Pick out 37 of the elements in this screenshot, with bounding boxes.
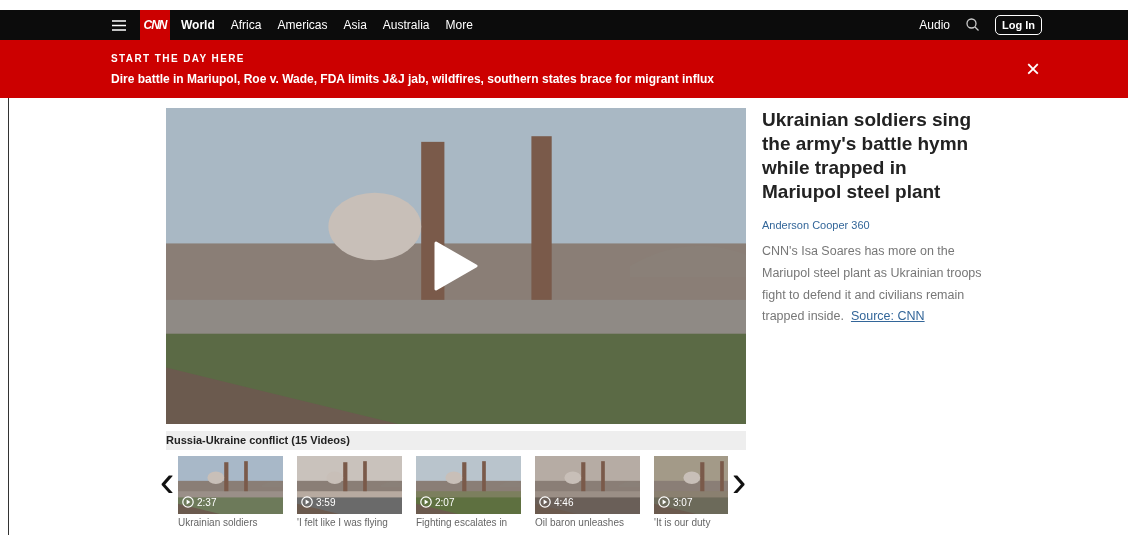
story-description: CNN's Isa Soares has more on the Mariupol steel plant as Ukrainian troops fight to defend it and civilians remain trapped inside. Source: CNN	[762, 243, 983, 326]
nav-link[interactable]: Americas	[277, 16, 328, 34]
duration-text: 3:07	[673, 495, 693, 510]
play-icon[interactable]	[301, 496, 313, 508]
story-headline: Ukrainian soldiers sing the army's battle hymn while trapped in Mariupol steel plant	[762, 108, 973, 205]
section-link[interactable]: World	[181, 16, 215, 34]
video-caption[interactable]: 'I felt like I was flying	[297, 514, 402, 530]
audio-link[interactable]: Audio	[919, 16, 950, 34]
playlist-title: Russia-Ukraine conflict (15 Videos)	[166, 431, 746, 450]
show-name[interactable]: Anderson Cooper 360	[762, 216, 992, 233]
search-icon[interactable]	[966, 18, 979, 32]
play-icon[interactable]	[658, 496, 670, 508]
play-icon[interactable]	[182, 496, 194, 508]
video-caption[interactable]: 'It is our duty	[654, 514, 728, 530]
next-button[interactable]: ›	[728, 455, 750, 506]
nav-link[interactable]: More	[445, 16, 473, 34]
duration-text: 4:46	[554, 495, 574, 510]
duration-text: 3:59	[316, 495, 336, 510]
play-icon[interactable]	[420, 496, 432, 508]
banner-kicker: START THE DAY HERE	[111, 51, 246, 66]
menu-icon[interactable]	[112, 19, 126, 31]
source-link[interactable]: Source: CNN	[850, 309, 925, 324]
previous-button[interactable]: ‹	[156, 455, 178, 506]
video-caption[interactable]: Ukrainian soldiers	[178, 514, 283, 530]
play-icon[interactable]	[539, 496, 551, 508]
nav-link[interactable]: Australia	[382, 16, 430, 34]
play-icon[interactable]	[434, 241, 478, 291]
duration-text: 2:37	[197, 495, 217, 510]
video-caption[interactable]: Fighting escalates in	[416, 514, 521, 530]
nav-link[interactable]: Africa	[230, 16, 262, 34]
video-caption[interactable]: Oil baron unleashes	[535, 514, 640, 530]
login-button[interactable]: Log In	[995, 14, 1042, 36]
duration-text: 2:07	[435, 495, 455, 510]
logo[interactable]: CNN	[140, 10, 170, 40]
close-button[interactable]: ×	[1026, 57, 1040, 81]
banner-headline[interactable]: Dire battle in Mariupol, Roe v. Wade, FDA limits J&J jab, wildfires, southern states brace for migrant influx	[111, 69, 714, 88]
nav-link[interactable]: Asia	[343, 16, 367, 34]
